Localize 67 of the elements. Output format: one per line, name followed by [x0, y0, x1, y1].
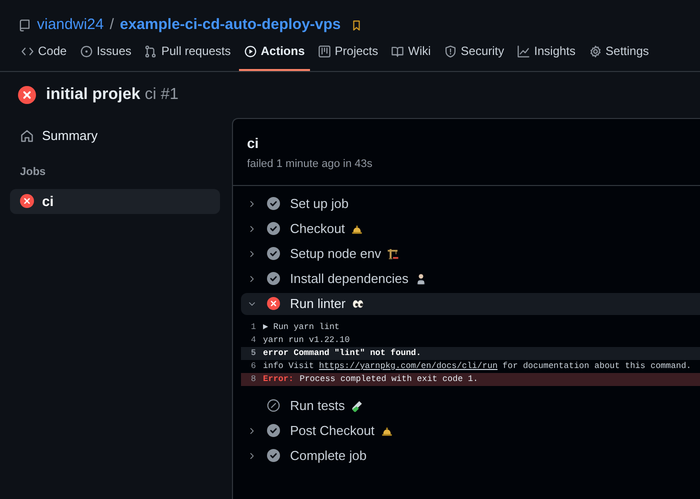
error-status-icon [18, 86, 36, 104]
step-row[interactable]: Complete job [241, 444, 700, 466]
success-status-icon [267, 197, 280, 210]
book-icon [391, 44, 404, 58]
owner-link[interactable]: viandwi24 [37, 14, 104, 36]
nav-tab[interactable]: Settings [584, 38, 654, 71]
bell-icon [380, 424, 393, 436]
line-number: 1 [250, 320, 257, 334]
nav-tab[interactable]: Pull requests [139, 38, 236, 71]
path-separator: / [110, 14, 114, 35]
success-status-icon [267, 247, 280, 260]
crane-icon [387, 248, 400, 260]
shield-icon [444, 44, 457, 58]
log-text: yarn run v1.22.10 [263, 334, 350, 346]
nav-tab[interactable]: Actions [238, 38, 310, 71]
circle-dot-icon [80, 44, 93, 58]
eyes-icon [352, 298, 364, 310]
code-icon [21, 44, 34, 58]
step-row[interactable]: Install dependencies [241, 268, 700, 290]
line-number: 5 [250, 346, 257, 360]
summary-link[interactable]: Summary [10, 122, 220, 150]
log-link[interactable]: https://yarnpkg.com/en/docs/cli/run [319, 360, 498, 372]
step-row[interactable]: Setup node env [241, 242, 700, 264]
log-text: info Visit [263, 360, 314, 372]
log-text: error Command "lint" not found. [263, 346, 422, 360]
error-label: Error: [263, 372, 294, 386]
step-row[interactable]: Post Checkout [241, 420, 700, 442]
nav-tab[interactable]: Security [438, 38, 510, 71]
line-number: 8 [250, 372, 257, 386]
run-title: initial projek ci #1 [46, 85, 178, 105]
log-text: ▶ Run yarn lint [263, 320, 340, 334]
step-row[interactable]: Run tests [241, 394, 700, 416]
table-icon [318, 44, 331, 58]
log-text: for documentation about this command. [502, 360, 692, 372]
success-status-icon [267, 424, 280, 437]
nav-tab[interactable]: Insights [512, 38, 581, 71]
repository-icon [18, 18, 31, 32]
job-meta: failed 1 minute ago in 43s [247, 157, 374, 172]
error-status-icon [267, 297, 280, 310]
nav-tab[interactable]: Issues [74, 38, 136, 71]
bookmark-icon [350, 20, 362, 30]
success-status-icon [267, 449, 280, 462]
person-laptop-icon [414, 272, 427, 284]
bell-icon [350, 222, 363, 234]
line-number: 4 [250, 334, 257, 346]
test-tube-icon [350, 400, 363, 412]
skipped-status-icon [267, 399, 280, 412]
settings-icon [588, 44, 602, 58]
step-row[interactable]: Checkout [241, 218, 700, 240]
nav-tab[interactable]: Projects [312, 38, 384, 71]
play-icon [244, 44, 257, 58]
error-status-icon [20, 194, 34, 208]
nav-tab[interactable]: Wiki [386, 38, 436, 71]
nav-tab[interactable]: Code [16, 38, 72, 71]
pull-request-icon [144, 44, 158, 58]
home-icon [20, 129, 34, 143]
success-status-icon [267, 222, 280, 235]
line-number: 6 [250, 360, 257, 372]
success-status-icon [267, 272, 280, 285]
step-row[interactable]: Set up job [241, 192, 700, 214]
step-row[interactable]: Run linter [241, 292, 700, 314]
job-name: ci [247, 134, 260, 153]
graph-icon [517, 44, 530, 58]
log-text: Process completed with exit code 1. [300, 372, 478, 386]
repository-link[interactable]: example-ci-cd-auto-deploy-vps [120, 14, 341, 36]
job-item[interactable]: ci [10, 188, 220, 214]
jobs-heading: Jobs [19, 165, 47, 180]
